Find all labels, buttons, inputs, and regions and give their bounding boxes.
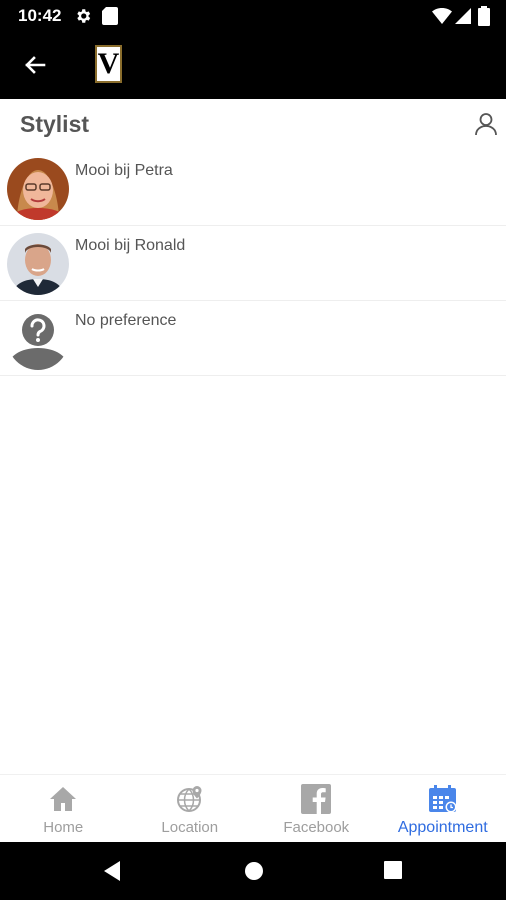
page-title: Stylist	[20, 111, 90, 137]
logo: V	[95, 45, 122, 83]
signal-icon	[455, 6, 471, 26]
nav-label: Facebook	[283, 819, 350, 836]
stylist-item-ronald[interactable]: Mooi bij Ronald	[0, 226, 506, 301]
back-button[interactable]	[18, 50, 52, 80]
status-bar: 10:42	[0, 0, 506, 32]
facebook-icon	[301, 783, 332, 815]
calendar-icon	[428, 783, 458, 815]
avatar-ronald	[7, 233, 69, 295]
system-home-button[interactable]	[244, 861, 264, 886]
nav-location[interactable]: Location	[127, 775, 254, 843]
circle-home-icon	[245, 862, 263, 880]
stylist-name: No preference	[75, 312, 177, 329]
sd-card-icon	[102, 6, 118, 26]
arrow-left-icon	[25, 56, 46, 74]
system-nav-bar	[0, 842, 506, 900]
status-time: 10:42	[18, 6, 62, 25]
app-bar: V	[0, 32, 506, 99]
unknown-person-icon	[7, 308, 69, 370]
nav-facebook[interactable]: Facebook	[253, 775, 380, 843]
stylist-list: Mooi bij Petra Mooi bij Ronald No prefer…	[0, 151, 506, 376]
profile-button[interactable]	[473, 111, 499, 137]
nav-label: Home	[43, 819, 84, 836]
settings-icon	[74, 6, 92, 26]
stylist-item-no-preference[interactable]: No preference	[0, 301, 506, 376]
stylist-name: Mooi bij Petra	[75, 162, 173, 179]
avatar-petra	[7, 158, 69, 220]
stylist-item-petra[interactable]: Mooi bij Petra	[0, 151, 506, 226]
globe-pin-icon	[175, 783, 205, 815]
nav-home[interactable]: Home	[0, 775, 127, 843]
page-header: Stylist	[0, 99, 506, 151]
battery-icon	[478, 6, 490, 26]
home-icon	[48, 783, 78, 815]
stylist-name: Mooi bij Ronald	[75, 237, 186, 254]
person-outline-icon	[475, 113, 497, 136]
nav-label: Appointment	[397, 819, 488, 836]
system-recents-button[interactable]	[384, 861, 402, 884]
square-recents-icon	[384, 861, 402, 879]
system-back-button[interactable]	[102, 861, 122, 886]
bottom-nav: Home Location Facebook Appointment	[0, 774, 506, 843]
nav-label: Location	[161, 819, 219, 836]
wifi-icon	[432, 6, 452, 26]
logo-text: V	[97, 47, 120, 80]
nav-appointment[interactable]: Appointment	[380, 775, 506, 843]
triangle-back-icon	[104, 861, 120, 881]
